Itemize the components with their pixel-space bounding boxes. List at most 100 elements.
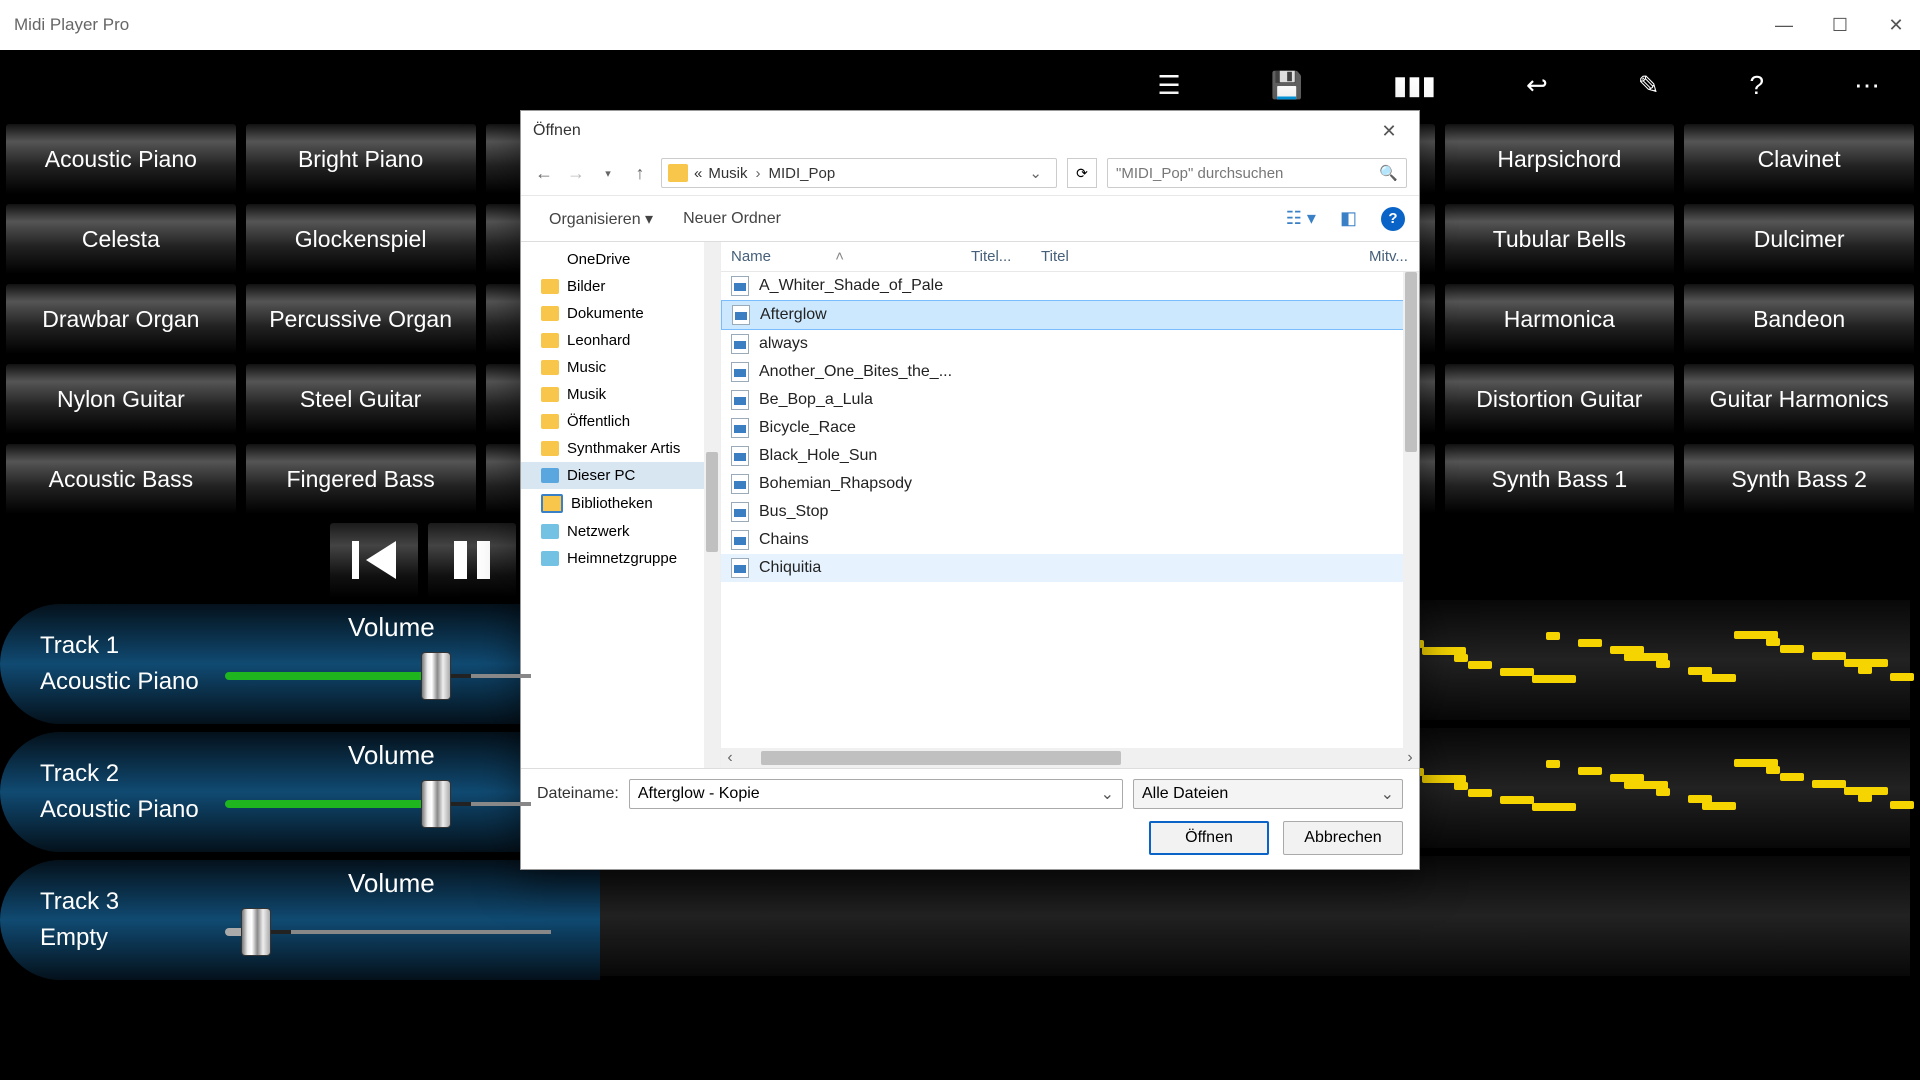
instrument-button[interactable]: Celesta [6,204,236,274]
instrument-button[interactable]: Guitar Harmonics [1684,364,1914,434]
cancel-button[interactable]: Abbrechen [1283,821,1403,855]
file-row[interactable]: Chiquitia [721,554,1419,582]
nav-up-icon[interactable]: ↑ [629,163,651,184]
instrument-button[interactable]: Bandeon [1684,284,1914,354]
tree-item[interactable]: OneDrive [521,246,720,273]
tree-item-label: Dieser PC [567,467,635,484]
midi-note [1500,668,1534,676]
library-icon[interactable]: ▮▮▮ [1393,70,1436,101]
tree-item[interactable]: Synthmaker Artis [521,435,720,462]
chevron-down-icon[interactable]: ⌄ [1101,784,1114,804]
refresh-icon[interactable]: ⟳ [1067,158,1097,188]
file-row[interactable]: Another_One_Bites_the_... [721,358,1419,386]
vertical-scrollbar[interactable] [1403,272,1419,748]
instrument-button[interactable]: Synth Bass 2 [1684,444,1914,514]
track-name: Track 1 [40,632,199,660]
tree-item[interactable]: Bilder [521,273,720,300]
minimize-icon[interactable]: — [1774,15,1794,36]
open-button[interactable]: Öffnen [1149,821,1269,855]
instrument-button[interactable]: Harpsichord [1445,124,1675,194]
file-row[interactable]: Chains [721,526,1419,554]
instrument-button[interactable]: Nylon Guitar [6,364,236,434]
instrument-button[interactable]: Synth Bass 1 [1445,444,1675,514]
file-row[interactable]: A_Whiter_Shade_of_Pale [721,272,1419,300]
pause-button[interactable] [428,523,516,598]
midi-note [1702,674,1736,682]
col-title2[interactable]: Titel [1031,248,1359,265]
new-folder-button[interactable]: Neuer Ordner [683,210,781,228]
volume-slider[interactable] [225,780,531,828]
crumb-item[interactable]: Musik [708,165,747,182]
file-row[interactable]: Be_Bop_a_Lula [721,386,1419,414]
instrument-button[interactable]: Percussive Organ [246,284,476,354]
tree-item[interactable]: Dokumente [521,300,720,327]
crumb-item[interactable]: MIDI_Pop [769,165,836,182]
save-icon[interactable]: 💾 [1271,70,1303,101]
file-row[interactable]: always [721,330,1419,358]
instrument-button[interactable]: Fingered Bass [246,444,476,514]
breadcrumb[interactable]: « Musik › MIDI_Pop ⌄ [661,158,1057,188]
col-name[interactable]: Name ˄ [721,248,961,265]
close-icon[interactable]: ✕ [1886,15,1906,36]
folder-icon [668,164,688,182]
view-mode-icon[interactable]: ☷ ▾ [1286,208,1316,229]
tree-scrollbar[interactable] [704,242,720,768]
instrument-button[interactable]: Clavinet [1684,124,1914,194]
instrument-button[interactable]: Harmonica [1445,284,1675,354]
piano-roll[interactable] [600,856,1910,976]
file-row[interactable]: Bus_Stop [721,498,1419,526]
slider-thumb[interactable] [421,780,451,828]
tree-item[interactable]: Öffentlich [521,408,720,435]
midi-note [1578,639,1602,647]
slider-thumb[interactable] [241,908,271,956]
tree-item[interactable]: Netzwerk [521,518,720,545]
instrument-button[interactable]: Glockenspiel [246,204,476,274]
list-view-icon[interactable]: ☰ [1157,70,1180,101]
instrument-button[interactable]: Acoustic Piano [6,124,236,194]
filename-input[interactable]: Afterglow - Kopie ⌄ [629,779,1123,809]
tree-item[interactable]: Music [521,354,720,381]
midi-note [1546,632,1560,640]
col-contrib[interactable]: Mitv... [1359,248,1419,265]
chevron-down-icon[interactable]: ⌄ [1029,164,1042,182]
dialog-close-icon[interactable]: ✕ [1371,121,1407,142]
nav-back-icon[interactable]: ← [533,163,555,184]
organize-menu[interactable]: Organisieren ▾ [549,209,653,229]
instrument-button[interactable]: Acoustic Bass [6,444,236,514]
file-row[interactable]: Afterglow [721,300,1419,330]
skip-back-button[interactable] [330,523,418,598]
instrument-button[interactable]: Steel Guitar [246,364,476,434]
volume-slider[interactable] [225,652,531,700]
preview-pane-icon[interactable]: ◧ [1340,208,1357,229]
back-icon[interactable]: ↩ [1526,70,1548,101]
file-filter-select[interactable]: Alle Dateien ⌄ [1133,779,1403,809]
horizontal-scrollbar[interactable]: ‹ › [721,748,1419,768]
tree-item[interactable]: Bibliotheken [521,489,720,518]
tree-item[interactable]: Heimnetzgruppe [521,545,720,572]
nav-forward-icon[interactable]: → [565,163,587,184]
file-name: Chains [759,531,809,549]
more-icon[interactable]: ⋯ [1854,70,1880,101]
instrument-button[interactable]: Distortion Guitar [1445,364,1675,434]
slider-thumb[interactable] [421,652,451,700]
volume-slider[interactable] [225,908,551,956]
instrument-button[interactable]: Tubular Bells [1445,204,1675,274]
help-icon[interactable]: ? [1750,70,1764,101]
tree-item[interactable]: Leonhard [521,327,720,354]
tree-item[interactable]: Musik [521,381,720,408]
nav-history-icon[interactable]: ▾ [597,167,619,180]
tree-item[interactable]: Dieser PC [521,462,720,489]
instrument-button[interactable]: Drawbar Organ [6,284,236,354]
instrument-button[interactable]: Bright Piano [246,124,476,194]
maximize-icon[interactable]: ☐ [1830,15,1850,36]
instrument-button[interactable]: Dulcimer [1684,204,1914,274]
volume-label: Volume [348,740,435,771]
dialog-help-icon[interactable]: ? [1381,207,1405,231]
file-row[interactable]: Black_Hole_Sun [721,442,1419,470]
file-row[interactable]: Bicycle_Race [721,414,1419,442]
track-row: Track 3 Empty Volume [0,856,1920,984]
col-title1[interactable]: Titel... [961,248,1031,265]
search-input[interactable]: "MIDI_Pop" durchsuchen 🔍 [1107,158,1407,188]
edit-icon[interactable]: ✎ [1638,70,1660,101]
file-row[interactable]: Bohemian_Rhapsody [721,470,1419,498]
